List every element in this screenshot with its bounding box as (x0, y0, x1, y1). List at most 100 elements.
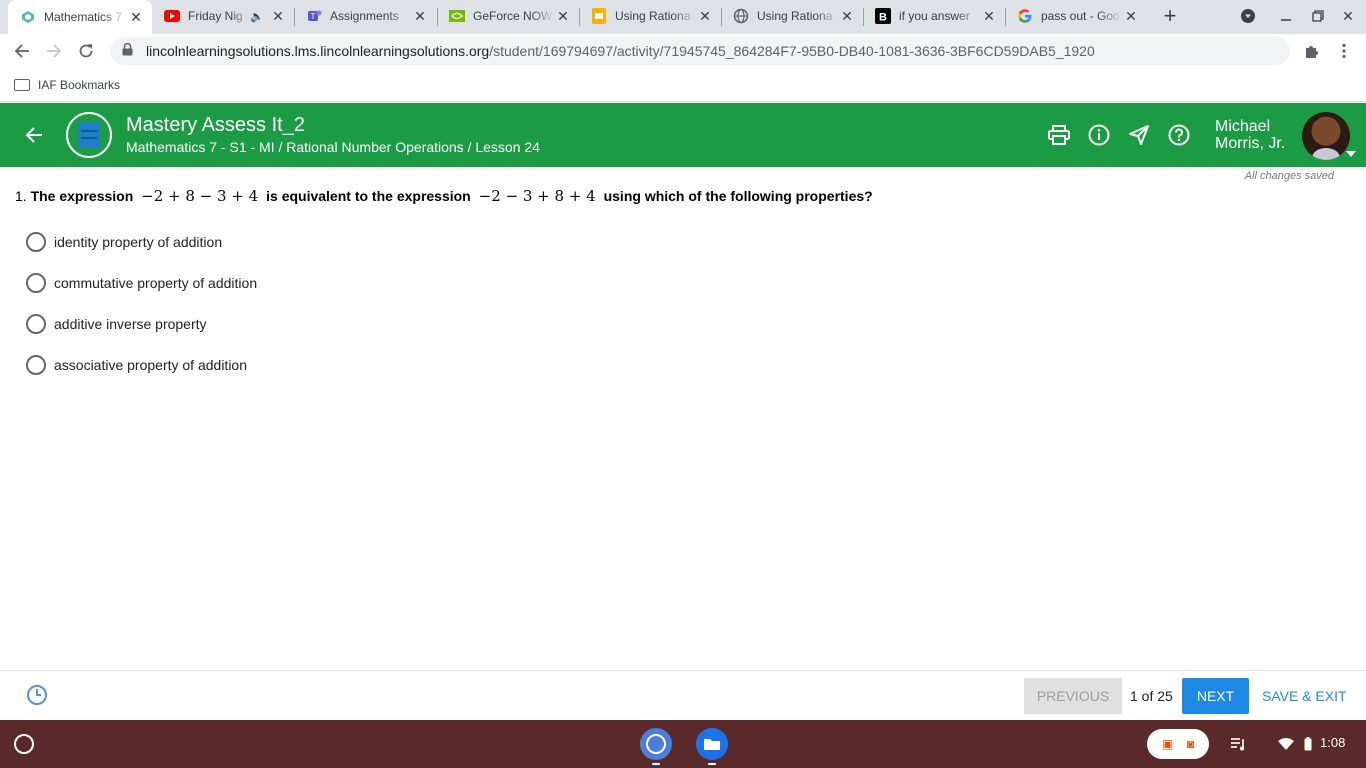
svg-text:T: T (311, 12, 316, 21)
extensions-puzzle-icon[interactable] (1300, 39, 1324, 63)
tab-using-rational-web[interactable]: Using Rationa ✕ (721, 0, 863, 32)
tab-title: if you answer (899, 9, 970, 23)
bookmarks-bar: IAF Bookmarks (0, 68, 1366, 102)
url-host: lincolnlearningsolutions.lms.lincolnlear… (146, 43, 490, 59)
svg-text:B: B (879, 12, 887, 24)
new-tab-plus-icon[interactable]: + (1158, 3, 1182, 28)
close-tab-icon[interactable]: ✕ (697, 8, 713, 24)
tab-brainly[interactable]: B if you answer ✕ (863, 0, 1005, 32)
assessment-footer: PREVIOUS 1 of 25 NEXT SAVE & EXIT (0, 670, 1366, 720)
wifi-icon[interactable] (1274, 732, 1298, 756)
tab-title: pass out - Goo (1041, 9, 1120, 23)
reload-icon[interactable] (74, 39, 98, 63)
url-path: /student/169794697/activity/71945745_864… (489, 43, 1095, 59)
tab-mathematics[interactable]: Mathematics 7 ✕ (8, 0, 152, 34)
folder-icon (14, 78, 30, 91)
radio-button[interactable] (26, 313, 46, 334)
previous-button[interactable]: PREVIOUS (1024, 678, 1122, 714)
google-icon (1017, 8, 1033, 24)
kebab-menu-icon[interactable] (1332, 39, 1356, 63)
close-tab-icon[interactable]: ✕ (1123, 8, 1139, 24)
save-exit-button[interactable]: SAVE & EXIT (1262, 688, 1347, 704)
tab-search-icon[interactable] (1236, 4, 1260, 28)
tray-app-pill[interactable]: ▣ ◙ (1147, 729, 1209, 759)
running-indicator (708, 763, 716, 765)
answer-option-identity[interactable]: identity property of addition (26, 221, 257, 262)
question-text-c: using which of the following properties? (603, 188, 873, 204)
user-name[interactable]: Michael Morris, Jr. (1215, 118, 1285, 152)
save-status: All changes saved (1244, 170, 1334, 182)
close-window-icon[interactable]: ✕ (1336, 4, 1360, 28)
question-number: 1. (15, 188, 27, 204)
tab-geforce-now[interactable]: GeForce NOW ✕ (437, 0, 579, 32)
avatar[interactable] (1302, 112, 1350, 160)
breadcrumb: Mathematics 7 - S1 - MI / Rational Numbe… (126, 139, 540, 155)
option-label[interactable]: associative property of addition (54, 357, 247, 373)
chevron-down-icon[interactable] (1346, 151, 1356, 157)
tab-strip: Mathematics 7 ✕ Friday Nig 🔈 ✕ T Assignm… (0, 0, 1366, 34)
tab-youtube[interactable]: Friday Nig 🔈 ✕ (152, 0, 294, 32)
chrome-icon[interactable] (640, 728, 672, 760)
close-tab-icon[interactable]: ✕ (412, 8, 428, 24)
tab-title: Using Rationa (757, 9, 833, 23)
page-indicator: 1 of 25 (1130, 688, 1173, 704)
speaker-icon[interactable]: 🔈 (250, 10, 264, 23)
math-expression-2: −2 − 3 + 8 + 4 (478, 187, 596, 205)
launcher-icon[interactable] (14, 734, 34, 754)
answer-options: identity property of addition commutativ… (26, 221, 257, 385)
slides-icon (591, 8, 607, 24)
radio-button[interactable] (26, 231, 46, 252)
option-label[interactable]: commutative property of addition (54, 275, 257, 291)
assessment-title: Mastery Assess It_2 (126, 114, 305, 136)
help-icon[interactable] (1167, 123, 1191, 147)
lincoln-learning-icon (20, 9, 36, 25)
forward-icon[interactable] (42, 39, 66, 63)
files-icon[interactable] (696, 728, 728, 760)
close-tab-icon[interactable]: ✕ (839, 8, 855, 24)
answer-option-additive-inverse[interactable]: additive inverse property (26, 303, 257, 344)
close-tab-icon[interactable]: ✕ (270, 8, 286, 24)
close-tab-icon[interactable]: ✕ (128, 9, 144, 25)
question-text-a: The expression (30, 188, 134, 204)
radio-button[interactable] (26, 272, 46, 293)
course-logo-icon (66, 112, 112, 158)
globe-icon (733, 8, 749, 24)
tab-title: Mathematics 7 (44, 10, 123, 24)
nvidia-icon (449, 8, 465, 24)
question-prompt: 1. The expression −2 + 8 − 3 + 4 is equi… (15, 187, 873, 205)
answer-option-associative[interactable]: associative property of addition (26, 344, 257, 385)
battery-icon[interactable] (1296, 732, 1320, 756)
media-controls-icon[interactable] (1226, 732, 1250, 756)
option-label[interactable]: identity property of addition (54, 234, 222, 250)
screenshot-icon[interactable]: ▣ (1162, 737, 1173, 751)
minimize-icon[interactable] (1274, 4, 1298, 28)
lock-icon[interactable] (122, 42, 136, 59)
youtube-icon (164, 8, 180, 24)
close-tab-icon[interactable]: ✕ (555, 8, 571, 24)
restore-icon[interactable] (1306, 4, 1330, 28)
user-last-name: Morris, Jr. (1215, 135, 1286, 152)
option-label[interactable]: additive inverse property (54, 316, 207, 332)
info-icon[interactable] (1087, 123, 1111, 147)
tab-title: Friday Nig (188, 9, 243, 23)
bookmark-folder-iaf[interactable]: IAF Bookmarks (38, 78, 120, 92)
back-icon[interactable] (10, 39, 34, 63)
print-icon[interactable] (1047, 123, 1071, 147)
tab-title: Assignments (330, 9, 399, 23)
tab-google-search[interactable]: pass out - Goo ✕ (1005, 0, 1147, 32)
tab-using-rational-slides[interactable]: Using Rationa ✕ (579, 0, 721, 32)
close-tab-icon[interactable]: ✕ (981, 8, 997, 24)
screen-record-icon[interactable]: ◙ (1187, 737, 1194, 751)
next-button[interactable]: NEXT (1182, 678, 1249, 714)
clock-icon[interactable] (27, 685, 47, 705)
teams-icon: T (306, 8, 322, 24)
clock-time[interactable]: 1:08 (1320, 735, 1345, 750)
tab-assignments[interactable]: T Assignments ✕ (294, 0, 436, 32)
math-expression-1: −2 + 8 − 3 + 4 (141, 187, 259, 205)
address-bar[interactable]: lincolnlearningsolutions.lms.lincolnlear… (110, 37, 1290, 65)
answer-option-commutative[interactable]: commutative property of addition (26, 262, 257, 303)
running-indicator (652, 763, 660, 765)
send-icon[interactable] (1127, 123, 1151, 147)
radio-button[interactable] (26, 354, 46, 375)
arrow-left-icon[interactable] (22, 123, 46, 147)
